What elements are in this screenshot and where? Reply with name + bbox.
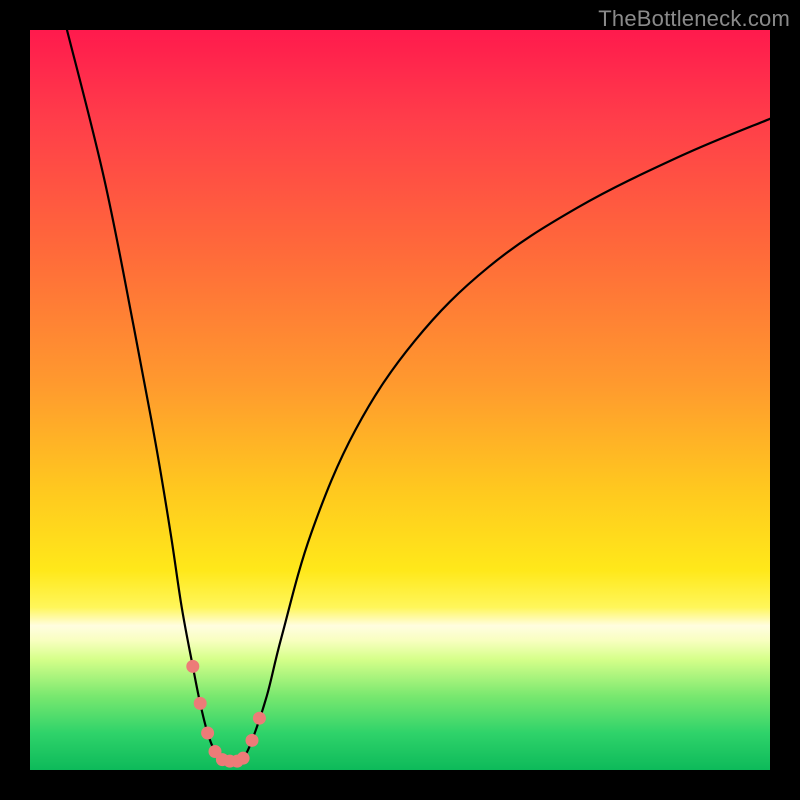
chart-frame: TheBottleneck.com xyxy=(0,0,800,800)
curve-marker xyxy=(237,752,250,765)
curve-marker xyxy=(246,734,259,747)
bottleneck-curve xyxy=(67,30,770,761)
curve-marker xyxy=(201,727,214,740)
curve-layer xyxy=(30,30,770,770)
watermark-text: TheBottleneck.com xyxy=(598,6,790,32)
curve-marker xyxy=(186,660,199,673)
marker-group xyxy=(186,660,266,768)
curve-marker xyxy=(253,712,266,725)
curve-marker xyxy=(194,697,207,710)
